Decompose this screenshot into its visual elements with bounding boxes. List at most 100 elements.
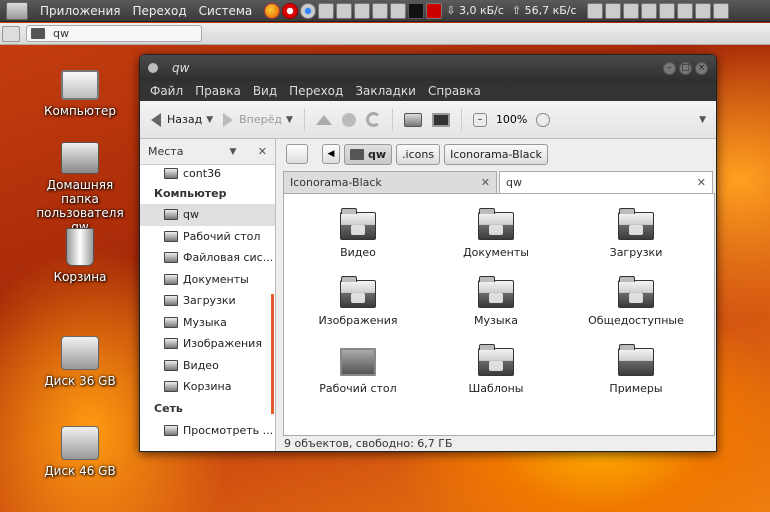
sidebar-item-downloads[interactable]: Загрузки <box>140 290 275 312</box>
file-label: Изображения <box>318 314 398 327</box>
file-item[interactable]: Загрузки <box>576 208 696 259</box>
menu-view[interactable]: Вид <box>247 84 283 98</box>
menu-applications[interactable]: Приложения <box>34 4 127 18</box>
sidebar-item-qw[interactable]: qw <box>140 204 275 226</box>
chevron-down-icon[interactable]: ▼ <box>229 147 236 157</box>
chevron-down-icon[interactable]: ▼ <box>206 115 213 125</box>
desktop-icon-trash[interactable]: Корзина <box>30 228 130 284</box>
sidebar-item-browse-network[interactable]: Просмотреть ... <box>140 420 275 442</box>
sidebar-item-cont36[interactable]: cont36 <box>140 165 275 182</box>
launcher-icon[interactable] <box>372 2 389 19</box>
tray-icon[interactable] <box>694 2 711 19</box>
cpu-graph-icon[interactable] <box>426 2 443 19</box>
tray-icon[interactable] <box>604 2 621 19</box>
menu-go[interactable]: Переход <box>283 84 349 98</box>
hard-disk-icon <box>61 426 99 460</box>
file-item[interactable]: Документы <box>436 208 556 259</box>
home-folder-icon <box>61 142 99 174</box>
desktop-icon-computer[interactable]: Компьютер <box>30 70 130 118</box>
volume-icon[interactable] <box>586 2 603 19</box>
titlebar[interactable]: qw – □ × <box>140 55 716 81</box>
sidebar-item-documents[interactable]: Документы <box>140 269 275 291</box>
system-monitor-icon[interactable] <box>408 2 425 19</box>
close-sidebar-icon[interactable]: ✕ <box>258 145 267 158</box>
music-folder-icon <box>478 276 514 308</box>
desktop-icon-disk46[interactable]: Диск 46 GB <box>30 426 130 478</box>
forward-label: Вперёд <box>239 113 283 126</box>
up-button[interactable] <box>311 114 337 125</box>
path-back-button[interactable]: ◀ <box>322 144 340 164</box>
close-tab-icon[interactable]: ✕ <box>481 176 490 189</box>
file-item[interactable]: Общедоступные <box>576 276 696 327</box>
chromium-icon[interactable] <box>300 2 317 19</box>
file-label: Музыка <box>474 314 518 327</box>
tab-iconorama-black[interactable]: Iconorama-Black ✕ <box>283 171 497 193</box>
tab-bar: Iconorama-Black ✕ qw ✕ <box>283 171 715 193</box>
breadcrumb-iconorama-black[interactable]: Iconorama-Black <box>444 143 548 165</box>
launcher-icon[interactable] <box>390 2 407 19</box>
tray-icon[interactable] <box>712 2 729 19</box>
chevron-down-icon[interactable]: ▼ <box>286 115 293 125</box>
file-item[interactable]: Рабочий стол <box>298 348 418 395</box>
trash-icon <box>164 381 178 393</box>
zoom-out-button[interactable]: – <box>468 112 492 127</box>
maximize-icon[interactable]: □ <box>679 61 692 75</box>
close-icon[interactable]: × <box>695 61 708 75</box>
menu-file[interactable]: Файл <box>144 84 189 98</box>
tray-icon[interactable] <box>622 2 639 19</box>
menu-edit[interactable]: Правка <box>189 84 247 98</box>
panel-logo-icon[interactable] <box>6 1 28 20</box>
toolbar-overflow-chevron-icon[interactable]: ▼ <box>699 115 706 125</box>
file-item[interactable]: Видео <box>298 208 418 259</box>
opera-icon[interactable] <box>282 2 299 19</box>
breadcrumb-label: qw <box>368 147 387 161</box>
minimize-icon[interactable]: – <box>663 61 676 75</box>
firefox-icon[interactable] <box>264 2 281 19</box>
sidebar-scrollbar[interactable] <box>271 294 274 414</box>
zoom-reset-button[interactable] <box>531 112 555 127</box>
net-up-value: 56,7 кБ/с <box>524 4 577 17</box>
forward-button[interactable]: Вперёд ▼ <box>218 112 298 127</box>
sidebar-item-music[interactable]: Музыка <box>140 312 275 334</box>
file-item[interactable]: Примеры <box>576 344 696 395</box>
menu-system[interactable]: Система <box>193 4 259 18</box>
launcher-icon[interactable] <box>336 2 353 19</box>
sidebar-item-filesystem[interactable]: Файловая сис... <box>140 247 275 269</box>
back-button[interactable]: Назад ▼ <box>146 112 218 127</box>
toolbar-separator <box>391 108 393 131</box>
close-tab-icon[interactable]: ✕ <box>697 176 706 189</box>
menu-bookmarks[interactable]: Закладки <box>349 84 422 98</box>
menu-help[interactable]: Справка <box>422 84 487 98</box>
tab-qw[interactable]: qw ✕ <box>499 171 713 193</box>
show-desktop-button[interactable] <box>2 25 20 42</box>
tray-icon[interactable] <box>640 2 657 19</box>
tray-icon[interactable] <box>676 2 693 19</box>
desktop-icon-home[interactable]: Домашняя папка пользователя qw <box>30 142 130 234</box>
home-button[interactable] <box>399 112 427 127</box>
menu-places[interactable]: Переход <box>127 4 193 18</box>
launcher-icon[interactable] <box>354 2 371 19</box>
notes-icon[interactable] <box>658 2 675 19</box>
file-item[interactable]: Изображения <box>298 276 418 327</box>
computer-button[interactable] <box>427 112 455 127</box>
stop-button[interactable] <box>337 112 361 127</box>
window-menu-icon[interactable] <box>148 63 158 73</box>
sidebar-item-trash[interactable]: Корзина <box>140 376 275 398</box>
desktop-icon-disk36[interactable]: Диск 36 GB <box>30 336 130 388</box>
sidebar-item-videos[interactable]: Видео <box>140 355 275 377</box>
file-label: Рабочий стол <box>319 382 397 395</box>
file-item[interactable]: Шаблоны <box>436 344 556 395</box>
downloads-folder-icon <box>618 208 654 240</box>
launcher-icon[interactable] <box>318 2 335 19</box>
reload-button[interactable] <box>361 112 386 127</box>
breadcrumb-qw[interactable]: qw <box>344 143 393 165</box>
sidebar-item-pictures[interactable]: Изображения <box>140 333 275 355</box>
taskbar-window-button[interactable]: qw <box>26 25 202 42</box>
desktop-icon-label: Компьютер <box>44 104 116 118</box>
home-icon <box>403 112 422 127</box>
sidebar-item-desktop[interactable]: Рабочий стол <box>140 226 275 248</box>
edit-location-icon[interactable] <box>286 144 308 164</box>
breadcrumb-icons[interactable]: .icons <box>396 143 441 165</box>
file-item[interactable]: Музыка <box>436 276 556 327</box>
sidebar-header[interactable]: Места ▼ ✕ <box>140 139 275 165</box>
